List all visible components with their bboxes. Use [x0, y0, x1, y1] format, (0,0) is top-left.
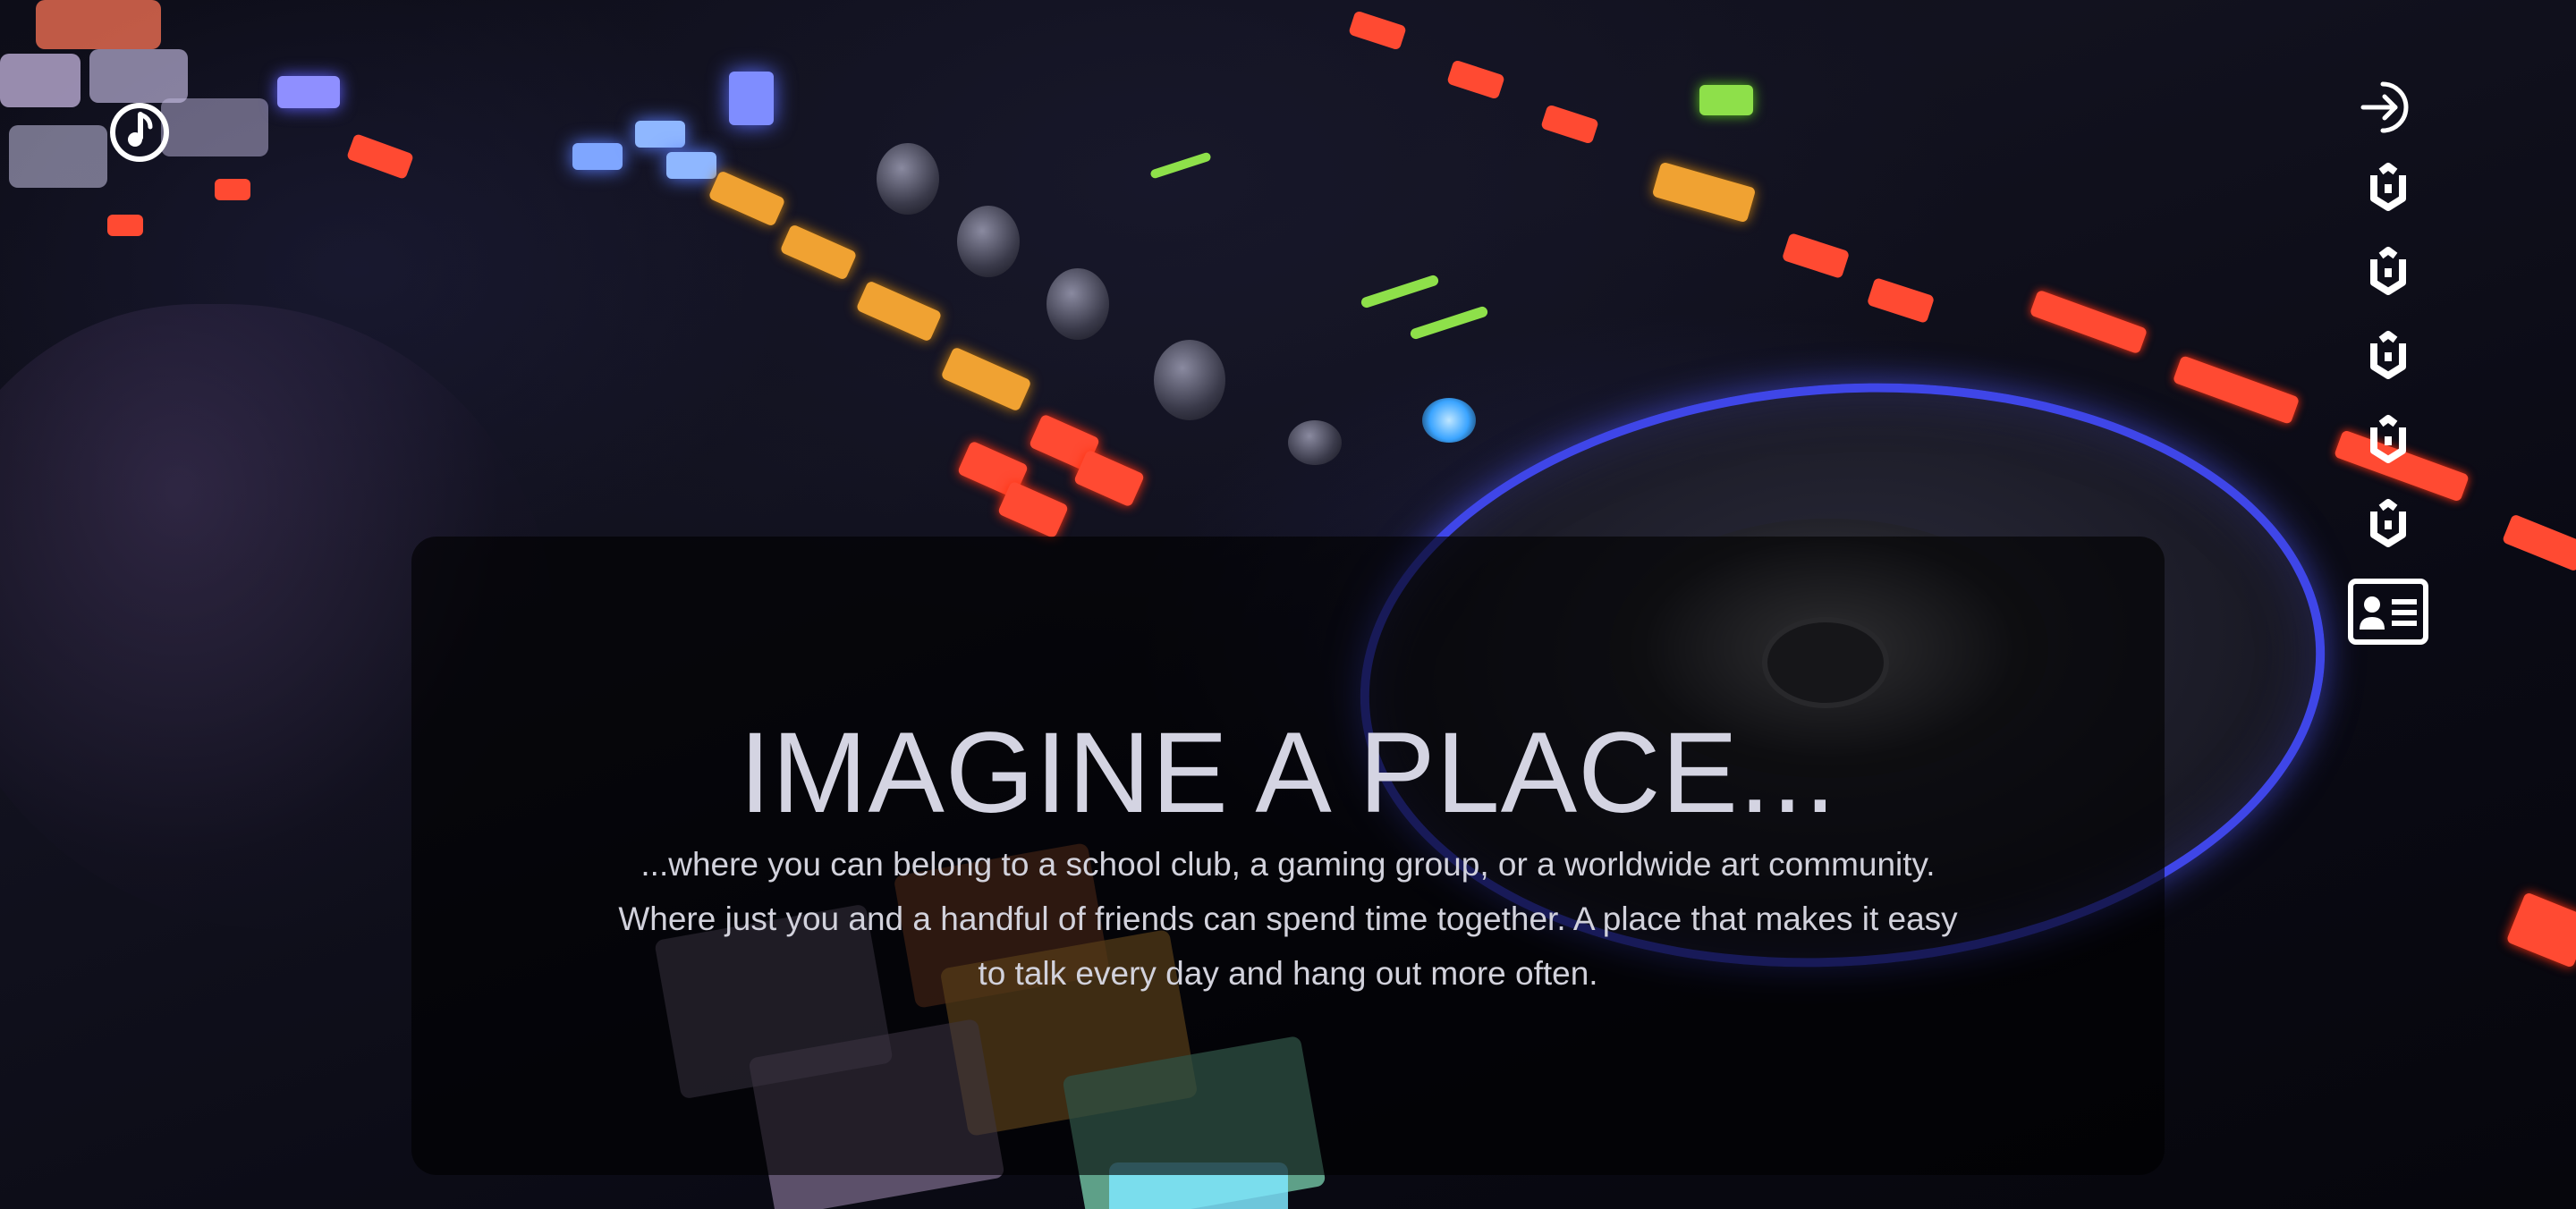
- bg-light: [729, 72, 774, 125]
- bg-light: [2172, 355, 2301, 425]
- bg-light: [666, 152, 716, 179]
- bg-light: [572, 143, 623, 170]
- hexagon-cube-icon[interactable]: [2345, 413, 2431, 485]
- bg-light: [855, 280, 943, 342]
- hero-description-line-1: ...where you can belong to a school club…: [640, 846, 1936, 883]
- bg-knob: [877, 143, 939, 215]
- bg-light: [1409, 305, 1489, 341]
- bg-light: [1072, 449, 1146, 508]
- bg-pad: [9, 125, 107, 188]
- bg-light: [1699, 85, 1753, 115]
- hexagon-cube-icon[interactable]: [2345, 329, 2431, 401]
- bg-pad: [161, 98, 268, 156]
- hexagon-cube-icon[interactable]: [2345, 497, 2431, 569]
- bg-light: [1360, 274, 1440, 309]
- bg-light: [277, 76, 340, 108]
- bg-light: [779, 224, 858, 281]
- bg-knob: [1154, 340, 1225, 420]
- bg-light: [1781, 232, 1851, 280]
- bg-light: [1651, 161, 1757, 224]
- bg-light: [215, 179, 250, 200]
- hero-description: ...where you can belong to a school club…: [572, 837, 2004, 1001]
- bg-light: [1348, 10, 1407, 51]
- bg-light: [1446, 59, 1505, 100]
- hexagon-cube-icon[interactable]: [2345, 245, 2431, 317]
- bg-knob: [1422, 398, 1476, 443]
- bg-pad: [36, 0, 161, 49]
- bg-light: [2505, 892, 2576, 968]
- music-note-circle-icon[interactable]: [107, 100, 172, 165]
- landing-page: IMAGINE A PLACE... ...where you can belo…: [0, 0, 2576, 1209]
- bg-light: [1540, 104, 1599, 145]
- bg-light: [635, 121, 685, 148]
- hero-description-line-2: Where just you and a handful of friends …: [618, 900, 1958, 937]
- id-card-icon[interactable]: [2345, 578, 2431, 649]
- bg-light: [708, 170, 786, 227]
- bg-light: [107, 215, 143, 236]
- bg-knob: [1046, 268, 1109, 340]
- bg-light: [345, 132, 415, 181]
- hero-description-line-3: to talk every day and hang out more ofte…: [978, 955, 1598, 992]
- bg-knob: [1288, 420, 1342, 465]
- bg-light: [2029, 289, 2148, 355]
- hero-title: IMAGINE A PLACE...: [739, 709, 1837, 837]
- bg-light: [940, 346, 1032, 412]
- bg-knob: [957, 206, 1020, 277]
- hexagon-cube-icon[interactable]: [2345, 161, 2431, 232]
- bg-pad: [89, 49, 188, 103]
- bg-light: [1866, 276, 1936, 325]
- bg-light: [1149, 151, 1212, 180]
- sign-in-icon[interactable]: [2345, 75, 2431, 147]
- bg-light: [2501, 513, 2576, 572]
- bg-light: [996, 480, 1070, 539]
- bg-pad: [0, 54, 80, 107]
